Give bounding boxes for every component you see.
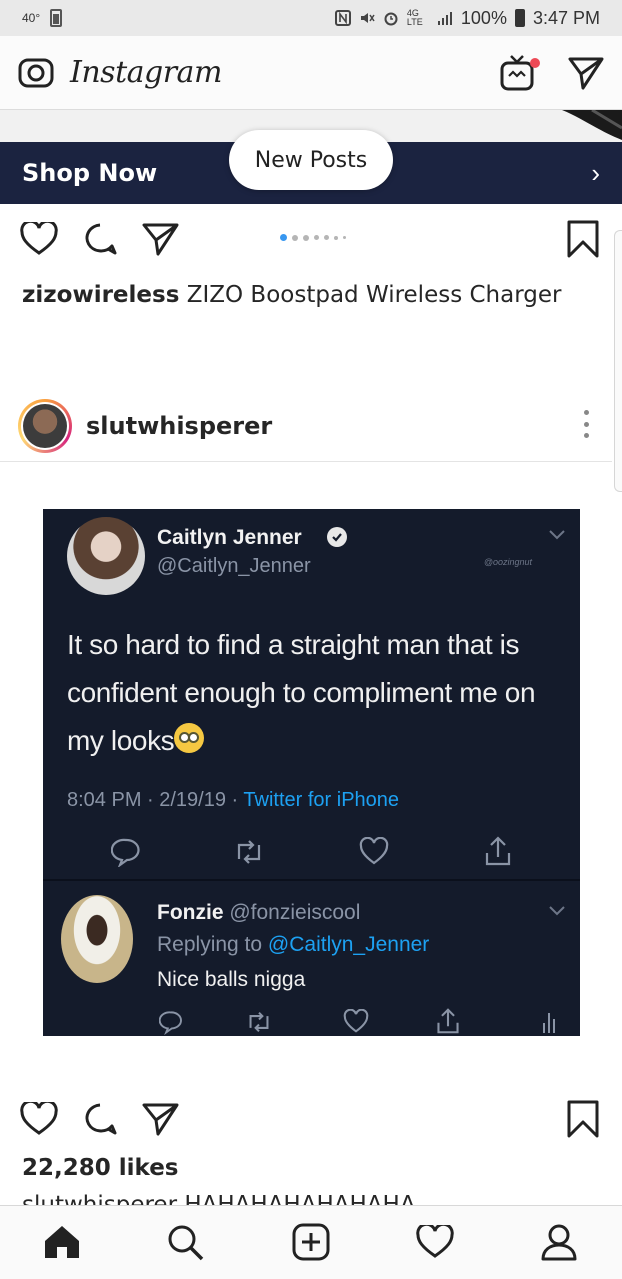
battery-icon [514,9,525,27]
analytics-icon [543,1013,555,1033]
nav-search[interactable] [163,1220,207,1264]
like-icon [359,837,389,865]
signal-icon [437,12,452,25]
tweet2-text: Nice balls nigga [157,968,306,991]
tweet1-name: Caitlyn Jenner [157,526,302,549]
retweet-icon [237,840,261,864]
upload-icon [485,836,511,866]
watermark: @oozingnut [483,557,532,567]
activity-heart-icon [416,1225,454,1258]
tweet1-handle: @Caitlyn_Jenner [157,555,311,577]
home-icon [45,1226,79,1258]
search-icon [168,1225,204,1261]
direct-message-icon[interactable] [568,56,604,90]
carousel-dot [314,235,319,240]
nav-profile[interactable] [537,1220,581,1264]
scrollbar[interactable] [614,230,622,492]
carousel-dot [324,235,329,240]
add-post-icon [292,1223,330,1261]
tweet-divider [43,879,580,881]
tweet2-avatar [61,895,133,983]
nav-home[interactable] [40,1220,84,1264]
avatar [23,404,67,448]
share-icon[interactable] [142,222,180,256]
like-heart-icon[interactable] [20,1102,58,1136]
likes-count[interactable]: 22,280 likes [22,1155,179,1181]
tweet2-replying-to: Replying to @Caitlyn_Jenner [157,933,430,956]
camera-icon[interactable] [18,55,54,91]
bottom-nav [0,1205,622,1279]
igtv-button[interactable] [500,54,540,92]
post2-action-row [0,1090,622,1150]
reply-icon [159,1011,182,1035]
comment-icon[interactable] [82,1102,118,1136]
carousel-dot-active [280,234,287,241]
nav-add-post[interactable] [289,1220,333,1264]
bookmark-icon[interactable] [566,220,600,258]
igtv-icon [500,54,534,90]
temperature-label: 40° [22,11,41,25]
battery-widget-icon [50,9,63,27]
tweet2-header: Fonzie @fonzieiscool [157,901,361,924]
eye-roll-emoji-icon [174,723,205,753]
caption-text: ZIZO Boostpad Wireless Charger [186,282,562,308]
verified-badge-icon [327,527,347,547]
network-label: 4G LTE [406,8,423,27]
nav-activity[interactable] [413,1220,457,1264]
instagram-logo: Instagram [70,55,222,90]
tweet1-text: It so hard to find a straight man that i… [67,629,536,756]
post1-caption: zizowireless ZIZO Boostpad Wireless Char… [22,282,562,308]
new-posts-button[interactable]: New Posts [229,130,393,190]
mute-icon [360,13,375,23]
carousel-dot [343,236,346,239]
notification-dot [530,57,540,68]
carousel-dot [292,234,298,241]
chevron-down-icon [549,906,565,916]
divider [0,461,612,462]
carousel-dots [280,234,346,241]
bookmark-icon[interactable] [566,1100,600,1138]
like-icon [343,1009,369,1033]
chevron-right-icon: › [591,157,600,188]
shop-now-label: Shop Now [22,159,158,187]
post2-header: slutwhisperer [0,392,612,460]
battery-percent: 100% [460,7,507,28]
tweet2-actions [43,1007,580,1036]
tweet1-avatar [67,517,145,595]
like-heart-icon[interactable] [20,222,58,256]
post2-caption: slutwhisperer HAHAHAHAHAHAHA [22,1192,416,1206]
post-username[interactable]: slutwhisperer [86,412,272,440]
profile-icon [541,1224,577,1261]
caption-username[interactable]: zizowireless [22,282,179,308]
comment-icon[interactable] [82,222,118,256]
cable-image [562,110,622,140]
post-image[interactable]: Caitlyn Jenner @Caitlyn_Jenner @oozingnu… [43,509,580,1036]
reply-icon [111,838,140,867]
retweet-icon [249,1011,269,1033]
chevron-down-icon [549,530,565,540]
clock-time: 3:47 PM [532,7,600,28]
app-header: Instagram [0,36,622,110]
story-ring[interactable] [18,399,72,453]
carousel-dot [334,235,338,240]
carousel-dot [303,234,309,241]
share-icon[interactable] [142,1102,180,1136]
status-bar: 40° 4G LTE 100% 3:47 PM [0,0,622,36]
nfc-icon [334,10,351,26]
tweet1-meta: 8:04 PM · 2/19/19 · Twitter for iPhone [67,789,400,811]
more-options-icon[interactable] [584,410,590,438]
alarm-icon [384,12,398,26]
tweet1-actions [43,835,580,875]
upload-icon [437,1008,459,1034]
